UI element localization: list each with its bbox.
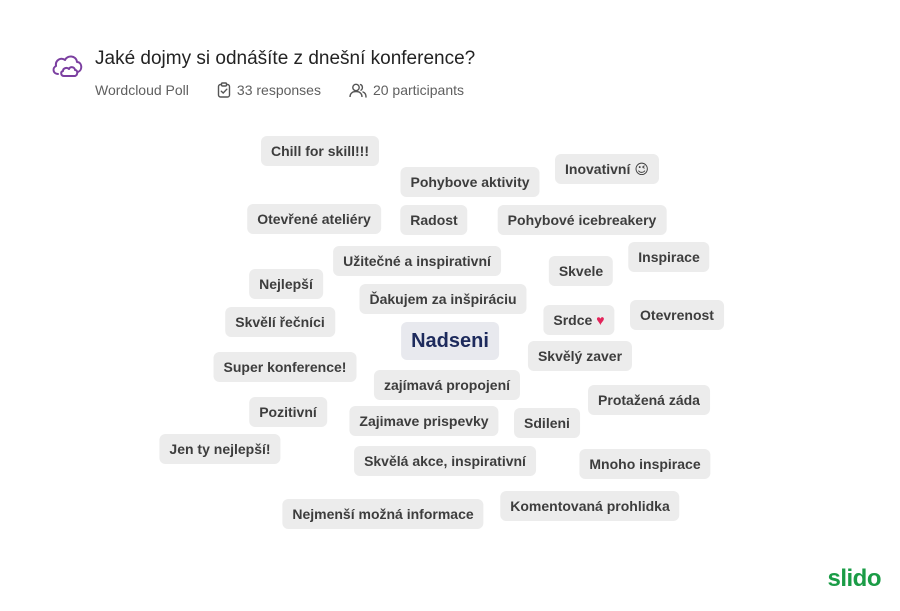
word-chip: Pohybové icebreakery <box>497 205 667 235</box>
heart-icon: ♥ <box>596 312 605 328</box>
word-label: Srdce <box>553 312 593 328</box>
word-chip: Komentovaná prohlidka <box>500 491 680 521</box>
word-chip: Nejmenší možná informace <box>282 499 484 529</box>
word-chip: Skvělí řečníci <box>225 307 335 337</box>
word-chip: Skvělá akce, inspirativní <box>354 446 536 476</box>
word-chip: Sdileni <box>514 408 580 438</box>
word-chip: Pozitivní <box>249 397 327 427</box>
word-chip: Super konference! <box>213 352 357 382</box>
word-chip: Inspirace <box>628 242 710 272</box>
word-label: Inovativní <box>565 161 631 177</box>
word-chip: Užitečné a inspirativní <box>333 246 501 276</box>
word-chip: zajímavá propojení <box>373 370 521 400</box>
word-chip: Skvele <box>548 256 614 286</box>
word-chip: Protažená záda <box>588 385 710 415</box>
slido-logo: slido <box>827 565 881 592</box>
word-chip: Pohybove aktivity <box>400 167 540 197</box>
word-chip: Radost <box>400 205 468 235</box>
word-chip: Zajimave prispevky <box>349 406 499 436</box>
word-chip: Jen ty nejlepší! <box>159 434 281 464</box>
word-chip: Mnoho inspirace <box>579 449 711 479</box>
word-cloud: Chill for skill!!! Pohybove aktivity Ino… <box>0 0 900 611</box>
word-chip: Otevrenost <box>630 300 724 330</box>
word-chip: Inovativní 😉 <box>555 154 659 184</box>
word-chip: Otevřené ateliéry <box>247 204 381 234</box>
word-chip: Chill for skill!!! <box>261 136 379 166</box>
word-chip-top: Nadseni <box>401 322 499 360</box>
word-chip: Skvělý zaver <box>527 341 633 371</box>
word-chip: Nejlepší <box>249 269 323 299</box>
word-chip: Ďakujem za inšpiráciu <box>359 284 527 314</box>
word-chip: Srdce ♥ <box>543 305 615 335</box>
wink-emoji-icon: 😉 <box>634 161 649 177</box>
